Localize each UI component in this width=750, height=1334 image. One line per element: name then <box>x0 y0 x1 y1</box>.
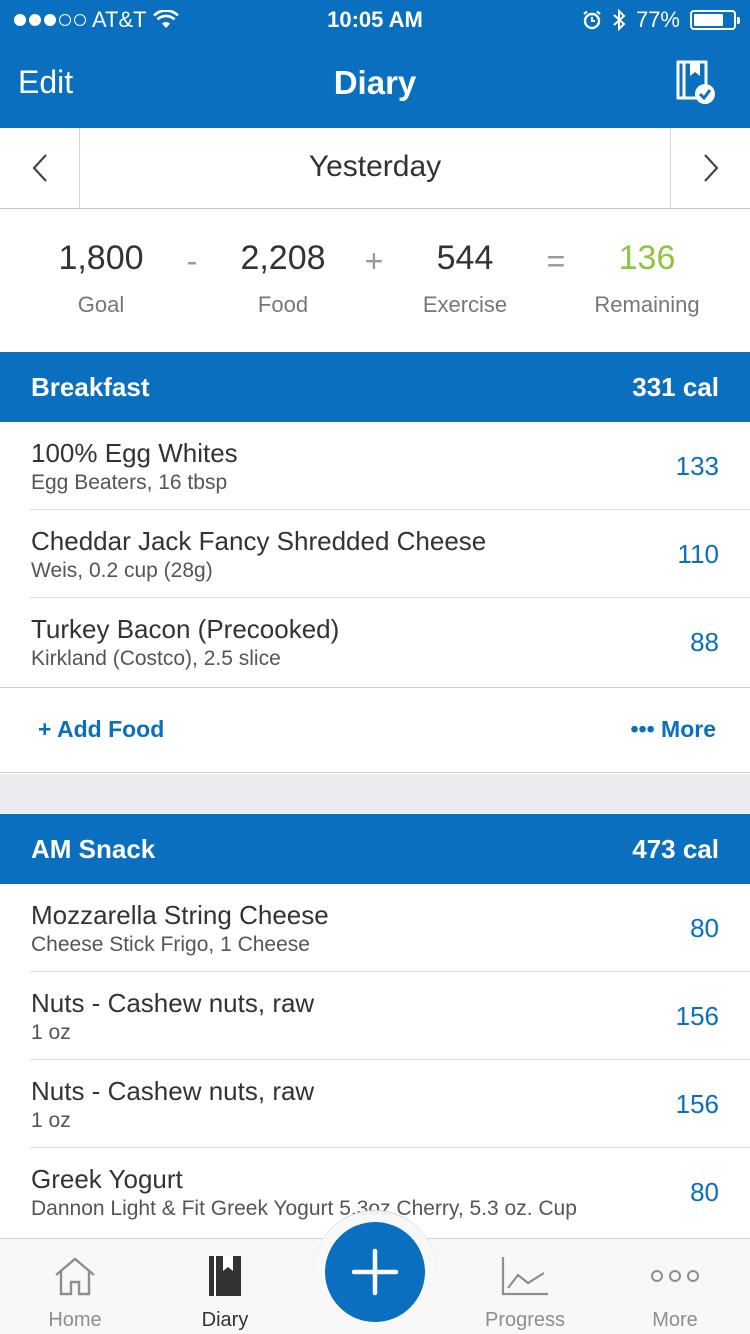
nav-bar: Edit Diary <box>0 40 750 128</box>
tab-progress[interactable]: Progress <box>450 1239 600 1334</box>
food-detail: 1 oz <box>31 1109 71 1132</box>
plus-icon: + <box>38 716 52 742</box>
food-detail: Cheese Stick Frigo, 1 Cheese <box>31 933 310 956</box>
food-entry[interactable]: Turkey Bacon (Precooked) Kirkland (Costc… <box>0 598 750 686</box>
progress-chart-icon <box>501 1257 548 1296</box>
bluetooth-icon <box>613 8 626 32</box>
chevron-left-icon <box>32 154 47 182</box>
add-food-label: Add Food <box>56 716 165 742</box>
food-detail: Kirkland (Costco), 2.5 slice <box>31 647 281 670</box>
calorie-summary: 1,800 Goal - 2,208 Food + 544 Exercise =… <box>0 209 750 352</box>
food-detail: Egg Beaters, 16 tbsp <box>31 471 228 494</box>
food-calories: 133 <box>675 451 719 481</box>
food-calories: 80 <box>690 1177 719 1207</box>
food-detail: Dannon Light & Fit Greek Yogurt 5.3oz Ch… <box>31 1197 577 1220</box>
battery-percent: 77% <box>635 7 680 32</box>
exercise-column: 544 Exercise <box>385 239 545 318</box>
tab-diary-label: Diary <box>201 1309 249 1331</box>
alarm-icon <box>583 10 601 30</box>
food-detail: 1 oz <box>31 1021 71 1044</box>
remaining-label: Remaining <box>594 292 700 317</box>
food-entry[interactable]: Nuts - Cashew nuts, raw 1 oz 156 <box>0 972 750 1060</box>
food-calories: 156 <box>675 1001 719 1031</box>
plus-icon <box>351 1248 399 1296</box>
exercise-value: 544 <box>436 239 494 277</box>
diary-book-icon <box>209 1256 241 1296</box>
home-icon <box>55 1257 95 1296</box>
add-food-button[interactable]: + Add Food <box>38 716 164 743</box>
battery-icon <box>690 10 740 30</box>
food-calories: 80 <box>690 913 719 943</box>
chevron-right-icon <box>703 154 718 182</box>
food-value: 2,208 <box>240 239 326 277</box>
tab-more[interactable]: More <box>600 1239 750 1334</box>
goal-label: Goal <box>77 292 125 317</box>
status-right: 77% <box>582 7 740 33</box>
goal-column: 1,800 Goal <box>21 239 181 318</box>
food-calories: 88 <box>690 627 719 657</box>
status-bar: AT&T 10:05 AM 77% <box>0 0 750 40</box>
food-calories: 110 <box>677 539 719 569</box>
section-gap <box>0 774 750 814</box>
food-detail: Weis, 0.2 cup (28g) <box>31 559 213 582</box>
food-entry[interactable]: Mozzarella String Cheese Cheese Stick Fr… <box>0 884 750 972</box>
date-selector: Yesterday <box>0 128 750 209</box>
goal-value: 1,800 <box>58 239 144 277</box>
food-name: 100% Egg Whites <box>31 438 238 468</box>
food-name: Mozzarella String Cheese <box>31 900 329 930</box>
remaining-value: 136 <box>618 239 676 277</box>
am-snack-title: AM Snack <box>31 834 156 864</box>
breakfast-header[interactable]: Breakfast 331 cal <box>0 352 750 422</box>
more-dots-icon <box>651 1270 699 1282</box>
tab-more-label: More <box>652 1309 698 1331</box>
food-entry[interactable]: 100% Egg Whites Egg Beaters, 16 tbsp 133 <box>0 422 750 510</box>
am-snack-calories: 473 cal <box>632 834 719 864</box>
date-label[interactable]: Yesterday <box>80 150 670 184</box>
breakfast-title: Breakfast <box>31 372 150 402</box>
quick-add-button[interactable] <box>325 1222 425 1322</box>
more-button[interactable]: ••• More <box>630 716 716 743</box>
food-name: Greek Yogurt <box>31 1164 183 1194</box>
exercise-label: Exercise <box>422 292 508 317</box>
more-label: More <box>661 716 716 742</box>
food-entry[interactable]: Cheddar Jack Fancy Shredded Cheese Weis,… <box>0 510 750 598</box>
food-label: Food <box>257 292 309 317</box>
food-calories: 156 <box>675 1089 719 1119</box>
food-name: Nuts - Cashew nuts, raw <box>31 1076 315 1106</box>
tab-home[interactable]: Home <box>0 1239 150 1334</box>
previous-day-button[interactable] <box>0 128 80 208</box>
tab-home-label: Home <box>48 1309 102 1331</box>
next-day-button[interactable] <box>670 128 750 208</box>
tab-diary[interactable]: Diary <box>150 1239 300 1334</box>
tab-progress-label: Progress <box>484 1309 566 1331</box>
food-name: Nuts - Cashew nuts, raw <box>31 988 315 1018</box>
breakfast-calories: 331 cal <box>632 372 719 402</box>
breakfast-actions: + Add Food ••• More <box>0 687 750 773</box>
food-entry[interactable]: Nuts - Cashew nuts, raw 1 oz 156 <box>0 1060 750 1148</box>
ellipsis-icon: ••• <box>630 716 655 742</box>
food-column: 2,208 Food <box>203 239 363 318</box>
battery-level <box>694 14 724 26</box>
page-title: Diary <box>333 64 417 101</box>
am-snack-header[interactable]: AM Snack 473 cal <box>0 814 750 884</box>
food-name: Turkey Bacon (Precooked) <box>31 614 340 644</box>
top-bar: AT&T 10:05 AM 77% Edit Diary <box>0 0 750 128</box>
remaining-column: 136 Remaining <box>567 239 727 318</box>
diary-check-icon[interactable] <box>676 60 716 106</box>
food-name: Cheddar Jack Fancy Shredded Cheese <box>31 526 487 556</box>
